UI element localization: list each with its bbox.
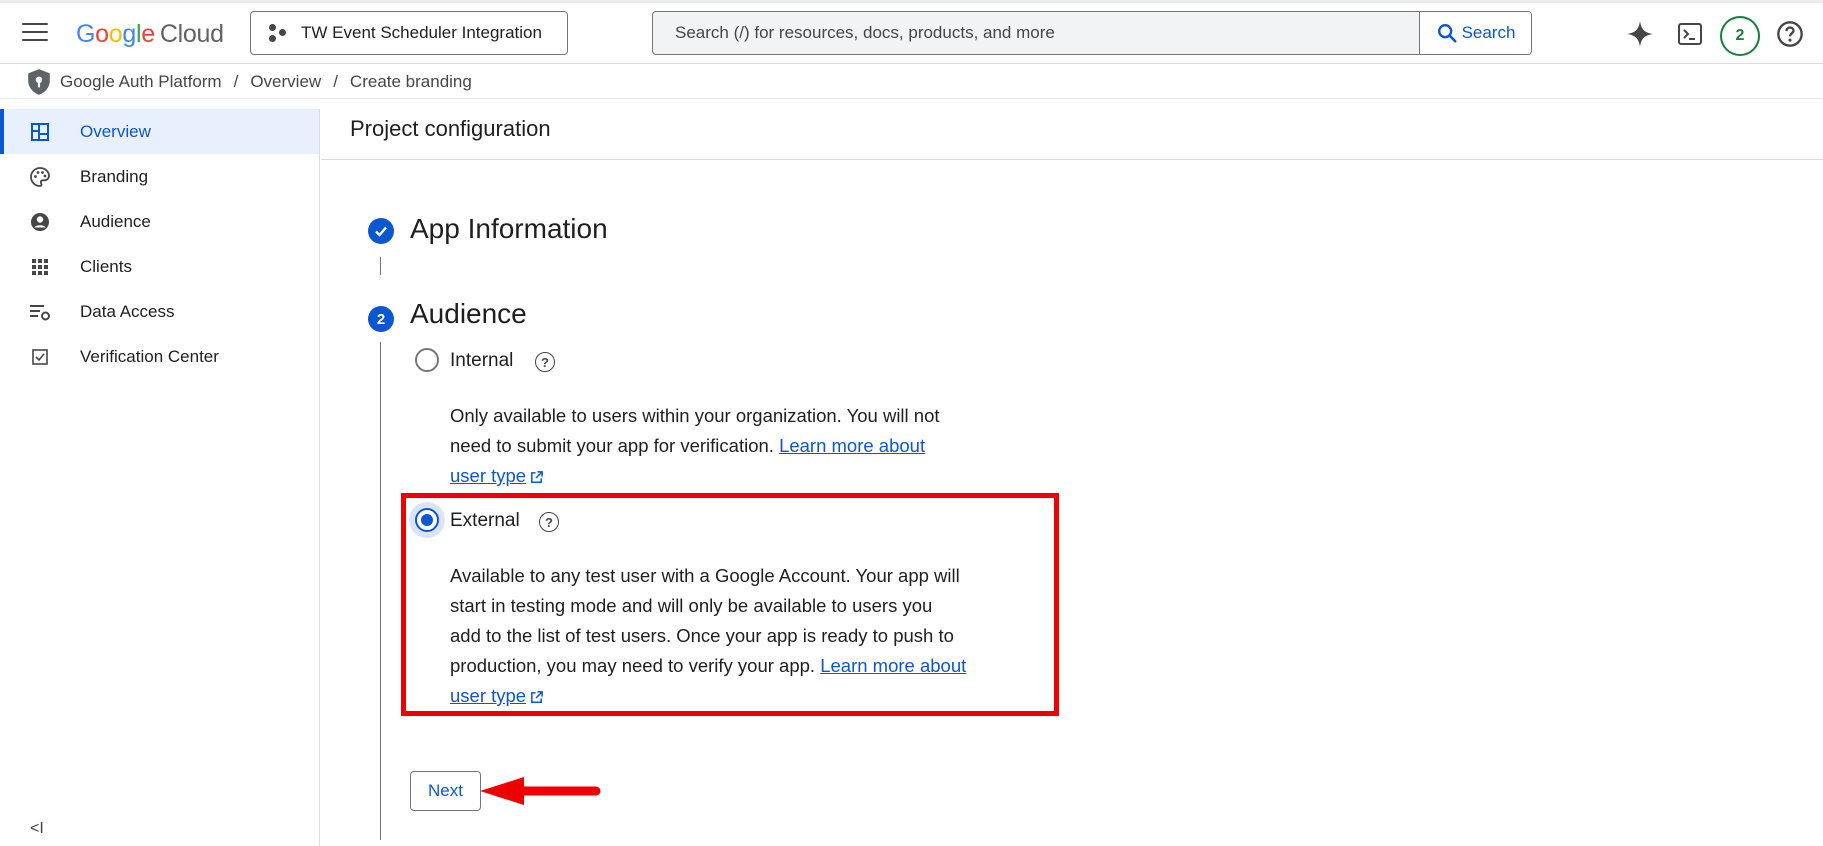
search-button[interactable]: Search — [1419, 12, 1531, 54]
project-icon — [267, 22, 289, 44]
gemini-sparkle-icon[interactable] — [1625, 19, 1655, 49]
sidebar-item-audience[interactable]: Audience — [0, 199, 319, 244]
project-name: TW Event Scheduler Integration — [301, 23, 542, 42]
google-cloud-logo[interactable]: Google Cloud — [76, 20, 224, 49]
breadcrumb-overview[interactable]: Overview — [250, 72, 321, 92]
breadcrumb: Google Auth Platform / Overview / Create… — [26, 66, 472, 98]
internal-help-icon[interactable]: ? — [535, 352, 555, 372]
annotation-highlight-box — [401, 493, 1059, 716]
main-header: Project configuration — [321, 99, 1823, 160]
help-icon[interactable] — [1775, 19, 1805, 49]
checkbox-icon — [28, 345, 52, 369]
sidebar: Overview Branding Audience Clients Data … — [0, 109, 320, 846]
step-connector — [380, 257, 381, 275]
project-picker-button[interactable]: TW Event Scheduler Integration — [250, 11, 568, 55]
sidebar-item-overview[interactable]: Overview — [0, 109, 319, 154]
internal-description: Only available to users within your orga… — [450, 405, 940, 486]
internal-label[interactable]: Internal — [450, 350, 513, 372]
annotation-arrow-icon — [480, 777, 601, 805]
cloud-shell-terminal-icon[interactable] — [1675, 19, 1705, 49]
notifications-badge[interactable]: 2 — [1720, 16, 1760, 56]
main-menu-icon[interactable] — [22, 23, 48, 43]
step-complete-check-icon — [368, 218, 394, 244]
search-input[interactable]: Search (/) for resources, docs, products… — [653, 23, 1419, 43]
collapse-sidebar-button[interactable]: <I — [30, 820, 44, 838]
search-icon — [1437, 24, 1457, 43]
sidebar-item-data-access[interactable]: Data Access — [0, 289, 319, 334]
step-connector — [380, 342, 381, 840]
search-bar[interactable]: Search (/) for resources, docs, products… — [652, 11, 1532, 55]
palette-icon — [28, 165, 52, 189]
internal-learn-more-link[interactable]: Learn more about — [779, 435, 925, 456]
grid-apps-icon — [28, 255, 52, 279]
breadcrumb-create-branding: Create branding — [349, 72, 472, 91]
internal-user-type-link[interactable]: user type — [450, 465, 526, 486]
external-link-icon — [531, 470, 543, 483]
page-title: Project configuration — [350, 116, 551, 141]
account-circle-icon — [28, 210, 52, 234]
sidebar-item-branding[interactable]: Branding — [0, 154, 319, 199]
step-number-badge: 2 — [368, 306, 394, 332]
shield-lock-icon — [28, 69, 50, 95]
top-bar: Google Cloud TW Event Scheduler Integrati… — [0, 0, 1823, 64]
sidebar-item-verification-center[interactable]: Verification Center — [0, 334, 319, 379]
step-app-information-title[interactable]: App Information — [410, 213, 608, 245]
sidebar-item-clients[interactable]: Clients — [0, 244, 319, 289]
list-settings-icon — [28, 300, 52, 324]
step-audience-title: Audience — [410, 298, 527, 329]
next-button[interactable]: Next — [410, 771, 481, 811]
dashboard-icon — [28, 120, 52, 144]
breadcrumb-auth-platform[interactable]: Google Auth Platform — [60, 72, 222, 92]
internal-radio[interactable] — [415, 348, 439, 372]
